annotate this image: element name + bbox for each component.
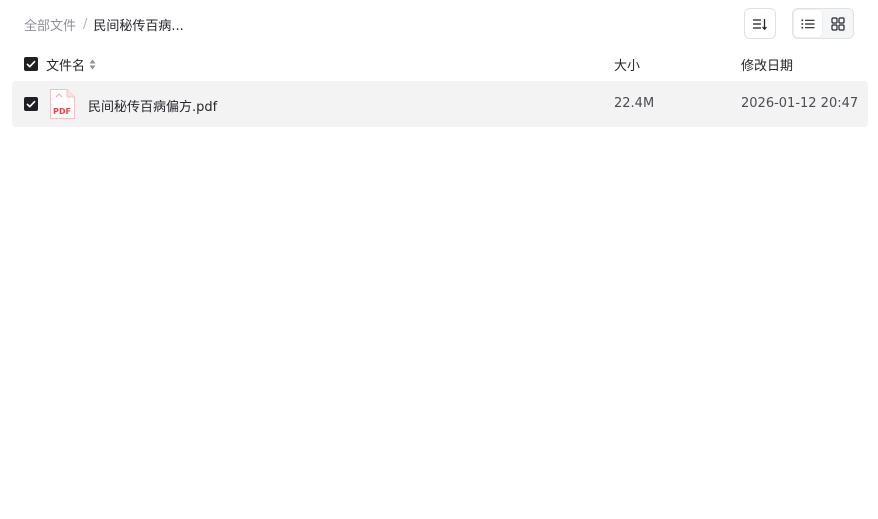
- view-mode-toggle: [792, 8, 854, 39]
- sort-toggle-icon[interactable]: [89, 59, 96, 70]
- file-modified-date: 2026-01-12 20:47: [741, 96, 859, 111]
- select-all-checkbox[interactable]: [24, 57, 38, 71]
- column-header-name-label: 文件名: [46, 59, 86, 74]
- pdf-icon-label: PDF: [53, 107, 71, 116]
- pdf-file-icon: PDF: [49, 89, 75, 119]
- breadcrumb: 全部文件 / 民间秘传百病...: [24, 14, 184, 34]
- column-header-name[interactable]: 文件名: [46, 55, 96, 74]
- list-view-button[interactable]: [793, 9, 823, 38]
- grid-view-icon: [831, 16, 845, 31]
- check-icon: [26, 60, 36, 68]
- row-checkbox[interactable]: [24, 97, 38, 111]
- sort-button[interactable]: [744, 8, 776, 39]
- table-header: 文件名 大小 修改日期: [12, 51, 868, 77]
- table-row[interactable]: PDF 民间秘传百病偏方.pdf 22.4M 2026-01-12 20:47: [12, 81, 868, 127]
- list-view-icon: [801, 18, 815, 30]
- file-size: 22.4M: [614, 96, 655, 111]
- column-header-size[interactable]: 大小: [614, 55, 640, 74]
- breadcrumb-separator: /: [83, 16, 88, 32]
- column-header-modified[interactable]: 修改日期: [741, 55, 793, 74]
- sort-descending-icon: [752, 17, 768, 31]
- breadcrumb-current-folder: 民间秘传百病...: [93, 18, 184, 34]
- file-browser: 全部文件 / 民间秘传百病... 文件名 大小 修改日期 PDF 民间秘传百病偏…: [0, 0, 878, 519]
- breadcrumb-root-link[interactable]: 全部文件: [24, 15, 76, 34]
- grid-view-button[interactable]: [823, 9, 853, 38]
- check-icon: [26, 100, 36, 108]
- file-name[interactable]: 民间秘传百病偏方.pdf: [88, 96, 217, 115]
